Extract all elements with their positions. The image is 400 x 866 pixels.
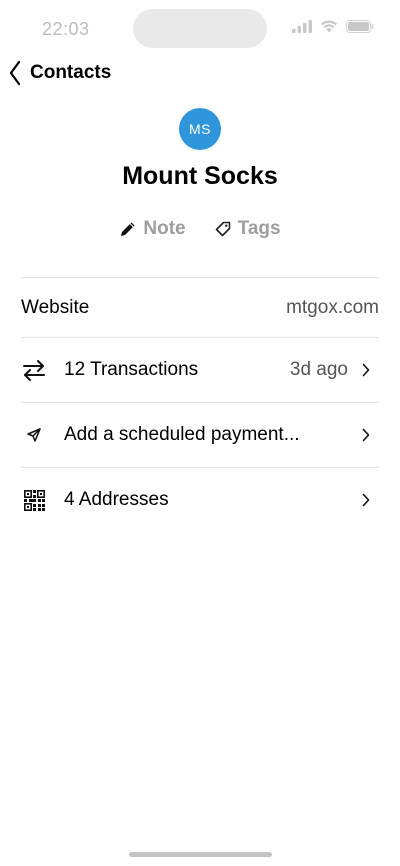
pencil-icon bbox=[121, 222, 135, 236]
send-icon bbox=[21, 422, 47, 448]
navigation-bar: Contacts bbox=[0, 56, 400, 90]
tags-button[interactable]: Tags bbox=[214, 218, 281, 240]
addresses-row[interactable]: 4 Addresses bbox=[21, 484, 379, 516]
chevron-right-icon bbox=[362, 493, 370, 507]
transactions-label: 12 Transactions bbox=[64, 359, 199, 380]
addresses-label: 4 Addresses bbox=[64, 489, 169, 510]
status-bar: 22:03 bbox=[0, 0, 400, 56]
contact-name: Mount Socks bbox=[122, 162, 278, 190]
chevron-right-icon bbox=[362, 428, 370, 442]
chevron-right-icon bbox=[362, 363, 370, 377]
divider bbox=[21, 467, 379, 468]
scheduled-payment-label: Add a scheduled payment... bbox=[64, 424, 300, 445]
avatar: MS bbox=[179, 108, 221, 150]
contact-actions: Note Tags bbox=[0, 218, 400, 240]
note-button[interactable]: Note bbox=[119, 218, 186, 240]
qr-code-icon bbox=[21, 487, 47, 513]
home-indicator bbox=[129, 852, 272, 857]
cellular-signal-icon bbox=[292, 19, 312, 33]
back-button[interactable]: Contacts bbox=[8, 58, 111, 88]
note-label: Note bbox=[143, 218, 186, 239]
dynamic-island bbox=[133, 9, 267, 48]
tag-icon bbox=[215, 221, 230, 237]
website-value[interactable]: mtgox.com bbox=[286, 297, 379, 319]
back-button-label: Contacts bbox=[30, 62, 112, 83]
battery-icon bbox=[346, 19, 374, 33]
avatar-initials: MS bbox=[189, 121, 211, 137]
divider bbox=[21, 337, 379, 338]
website-row[interactable]: Website mtgox.com bbox=[21, 292, 379, 324]
tags-label: Tags bbox=[237, 218, 281, 239]
transactions-row[interactable]: 12 Transactions 3d ago bbox=[21, 354, 379, 386]
arrows-swap-icon bbox=[21, 357, 47, 383]
status-time: 22:03 bbox=[42, 19, 90, 39]
divider bbox=[21, 277, 379, 278]
scheduled-payment-row[interactable]: Add a scheduled payment... bbox=[21, 419, 379, 451]
transactions-last-activity: 3d ago bbox=[289, 359, 348, 380]
divider bbox=[21, 402, 379, 403]
chevron-left-icon bbox=[9, 60, 21, 86]
system-icons bbox=[292, 19, 374, 33]
wifi-icon bbox=[321, 20, 337, 33]
website-label: Website bbox=[21, 297, 90, 318]
